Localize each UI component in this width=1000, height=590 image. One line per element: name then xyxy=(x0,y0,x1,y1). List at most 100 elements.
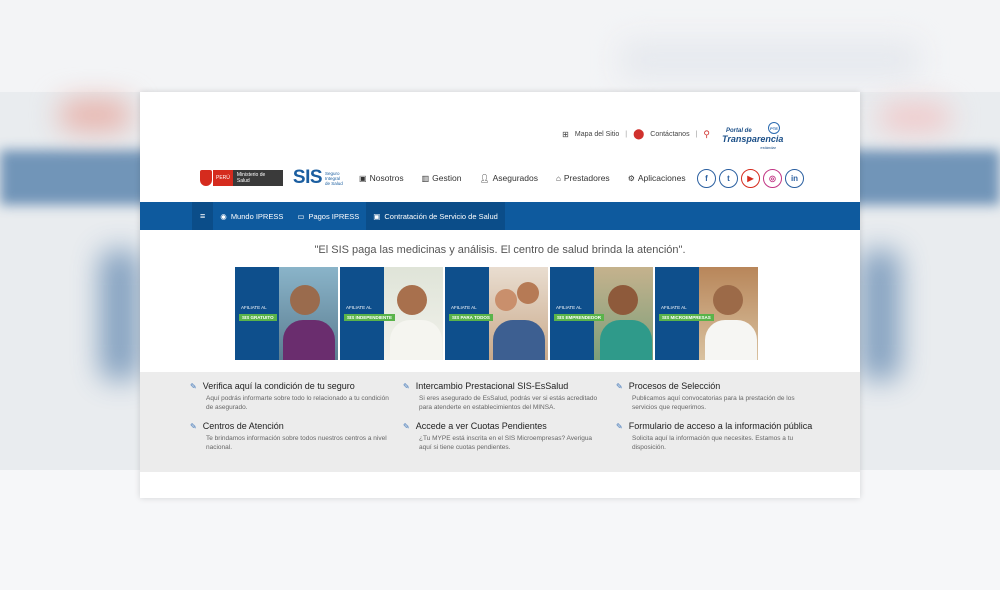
banner-sis-emprendedor[interactable]: AFILIATE AL SIS EMPRENDEDOR xyxy=(550,267,653,360)
banner-sis-gratuito[interactable]: AFILIATE AL SIS GRATUITO xyxy=(235,267,338,360)
info-entry[interactable]: ✎ Intercambio Prestacional SIS-EsSalud Si… xyxy=(403,381,603,412)
hospital-icon: ⌂ xyxy=(556,173,561,183)
banner-tag: AFILIATE AL xyxy=(661,305,687,310)
nav-item-prestadores[interactable]: ⌂ Prestadores xyxy=(556,173,610,183)
building-icon: ▥ xyxy=(421,173,430,183)
separator: | xyxy=(625,131,628,138)
nav-item-aplicaciones[interactable]: ⚙ Aplicaciones xyxy=(628,173,686,183)
person-body xyxy=(283,320,335,360)
nav-contratacion[interactable]: ▣ Contratación de Servicio de Salud xyxy=(366,202,505,230)
info-section: ✎ Verifica aquí la condición de tu seguro… xyxy=(140,372,860,472)
info-title: Centros de Atención xyxy=(202,421,284,431)
page-bottom xyxy=(140,472,860,498)
info-entry[interactable]: ✎ Procesos de Selección Publicamos aquí c… xyxy=(616,381,816,412)
banner-tag: AFILIATE AL xyxy=(346,305,372,310)
transparency-line3: estándar xyxy=(760,145,776,150)
separator: | xyxy=(695,131,698,138)
sitemap-link[interactable]: Mapa del Sitio xyxy=(575,131,619,138)
nav-label: Mundo IPRESS xyxy=(230,211,284,221)
nav-label: Pagos IPRESS xyxy=(308,211,360,221)
twitter-icon[interactable]: t xyxy=(719,168,738,188)
info-entry[interactable]: ✎ Centros de Atención Te brindamos inform… xyxy=(190,421,390,452)
edit-icon: ✎ xyxy=(190,382,197,391)
info-desc: Te brindamos información sobre todos nue… xyxy=(206,435,387,451)
person-face xyxy=(608,285,638,315)
banner-sis-para-todos[interactable]: AFILIATE AL SIS PARA TODOS xyxy=(445,267,548,360)
social-links: f t ▶ ◎ in xyxy=(697,168,804,188)
minsa-logo[interactable]: PERÚ Ministerio de Salud xyxy=(200,169,283,187)
sitemap-icon: ⊞ xyxy=(562,130,569,139)
facebook-icon[interactable]: f xyxy=(697,168,716,188)
edit-icon: ✎ xyxy=(616,382,623,391)
brand-row: PERÚ Ministerio de Salud SIS Seguro Inte… xyxy=(200,165,804,191)
hamburger-icon: ≡ xyxy=(200,211,206,221)
person-body xyxy=(493,320,545,360)
nav-item-nosotros[interactable]: ▣ Nosotros xyxy=(359,173,404,183)
info-desc: Publicamos aquí convocatorias para la pr… xyxy=(632,395,795,411)
browser-page: ⊞ Mapa del Sitio | ⬤ Contáctanos | ⚲ Por… xyxy=(140,92,860,498)
person-body xyxy=(600,320,652,360)
banner-tag: AFILIATE AL xyxy=(451,305,477,310)
info-column-3: ✎ Procesos de Selección Publicamos aquí c… xyxy=(616,381,816,461)
globe-icon: ◉ xyxy=(220,211,227,221)
person-face xyxy=(713,285,743,315)
youtube-icon[interactable]: ▶ xyxy=(741,168,760,188)
person-face xyxy=(397,285,427,315)
linkedin-icon[interactable]: in xyxy=(785,168,804,188)
bg-blob xyxy=(100,250,140,380)
bg-blob xyxy=(880,105,950,130)
info-entry[interactable]: ✎ Accede a ver Cuotas Pendientes ¿Tu MYPE… xyxy=(403,421,603,452)
coat-of-arms-icon xyxy=(200,170,212,186)
transparency-portal-logo[interactable]: Portal de Transparencia estándar PTE xyxy=(722,122,783,150)
banner-sis-independiente[interactable]: AFILIATE AL SIS INDEPENDIENTE xyxy=(340,267,443,360)
top-links: ⊞ Mapa del Sitio | ⬤ Contáctanos | ⚲ xyxy=(562,129,710,140)
sis-logo[interactable]: SIS Seguro Integral de Salud xyxy=(293,167,345,189)
bg-blob xyxy=(620,40,920,80)
nav-pagos-ipress[interactable]: ▭ Pagos IPRESS xyxy=(290,202,366,230)
edit-icon: ✎ xyxy=(190,422,197,431)
bg-blob xyxy=(860,250,900,380)
instagram-icon[interactable]: ◎ xyxy=(763,168,782,188)
person-face xyxy=(290,285,320,315)
gear-icon: ⚙ xyxy=(627,173,635,183)
contact-link[interactable]: Contáctanos xyxy=(650,131,689,138)
sis-logo-subtext: Seguro Integral de Salud xyxy=(325,170,343,186)
bg-blob xyxy=(60,100,130,130)
hamburger-menu-button[interactable]: ≡ xyxy=(192,202,214,230)
nav-label: Aplicaciones xyxy=(637,173,686,183)
banner-tag: AFILIATE AL xyxy=(241,305,267,310)
info-desc: Si eres asegurado de EsSalud, podrás ver… xyxy=(419,395,598,411)
info-entry[interactable]: ✎ Verifica aquí la condición de tu seguro… xyxy=(190,381,390,412)
search-icon[interactable]: ⚲ xyxy=(703,129,710,140)
location-pin-icon: ⬤ xyxy=(633,129,645,140)
person-face xyxy=(495,289,517,311)
info-icon: ▣ xyxy=(359,173,367,183)
person-body xyxy=(705,320,757,360)
ministry-label: Ministerio de Salud xyxy=(232,170,283,186)
banner-title: SIS GRATUITO xyxy=(239,314,277,321)
card-icon: ▭ xyxy=(297,211,305,221)
sis-logo-text: SIS xyxy=(292,167,323,188)
info-column-2: ✎ Intercambio Prestacional SIS-EsSalud Si… xyxy=(403,381,603,461)
info-desc: Aquí podrás informarte sobre todo lo rel… xyxy=(206,395,389,411)
banner-title: SIS PARA TODOS xyxy=(449,314,493,321)
info-title: Intercambio Prestacional SIS-EsSalud xyxy=(415,381,569,391)
nav-label: Nosotros xyxy=(369,173,404,183)
info-entry[interactable]: ✎ Formulario de acceso a la información p… xyxy=(616,421,816,452)
nav-label: Gestion xyxy=(432,173,462,183)
info-title: Procesos de Selección xyxy=(628,381,721,391)
affiliation-banners: AFILIATE AL SIS GRATUITO AFILIATE AL SIS… xyxy=(235,267,758,360)
person-body xyxy=(390,320,442,360)
info-title: Formulario de acceso a la información pú… xyxy=(628,421,813,431)
banner-sis-microempresas[interactable]: AFILIATE AL SIS MICROEMPRESAS xyxy=(655,267,758,360)
slogan: "El SIS paga las medicinas y análisis. E… xyxy=(314,244,686,256)
nav-item-gestion[interactable]: ▥ Gestion xyxy=(422,173,462,183)
nav-mundo-ipress[interactable]: ◉ Mundo IPRESS xyxy=(213,202,290,230)
edit-icon: ✎ xyxy=(403,422,410,431)
nav-label: Contratación de Servicio de Salud xyxy=(384,211,498,221)
nav-label: Asegurados xyxy=(492,173,538,183)
nav-item-asegurados[interactable]: 👤︎ Asegurados xyxy=(479,173,538,183)
nav-label: Prestadores xyxy=(563,173,610,183)
info-desc: Solicita aquí la información que necesit… xyxy=(632,435,794,451)
banner-title: SIS INDEPENDIENTE xyxy=(344,314,396,321)
